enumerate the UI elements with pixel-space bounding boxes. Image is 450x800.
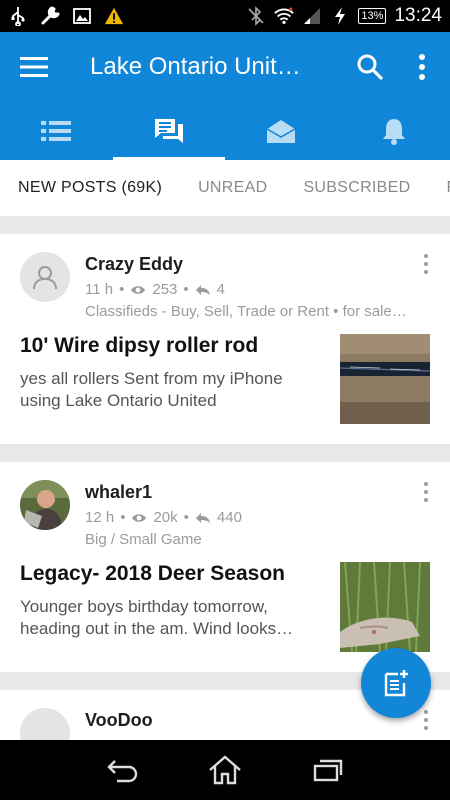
sub-tabs: NEW POSTS (69K) UNREAD SUBSCRIBED F <box>0 160 450 216</box>
eye-icon <box>131 285 146 294</box>
charging-icon <box>330 6 350 26</box>
image-icon <box>72 6 92 26</box>
back-icon <box>106 760 137 783</box>
search-button[interactable] <box>346 32 394 102</box>
wrench-icon <box>40 6 60 26</box>
inbox-icon <box>266 120 296 143</box>
thread-thumbnail[interactable] <box>340 562 430 652</box>
new-thread-button[interactable] <box>361 648 431 718</box>
list-icon <box>41 121 72 141</box>
overflow-icon <box>419 54 425 80</box>
overflow-menu-button[interactable] <box>394 32 450 102</box>
eye-icon <box>132 513 147 522</box>
meta-separator: • <box>183 281 189 298</box>
subtab-new-posts[interactable]: NEW POSTS (69K) <box>0 179 180 197</box>
subtab-subscribed[interactable]: SUBSCRIBED <box>285 179 428 197</box>
wifi-icon <box>274 6 295 26</box>
thread-more-button[interactable] <box>418 252 434 276</box>
reply-icon <box>195 284 210 295</box>
thread-more-button[interactable] <box>418 480 434 504</box>
thread-excerpt: Younger boys birthday tomorrow, heading … <box>20 597 294 638</box>
thread-author[interactable]: Crazy Eddy <box>85 254 430 275</box>
thread-more-button[interactable] <box>418 708 434 732</box>
bluetooth-off-icon <box>246 6 266 26</box>
thread-author[interactable]: whaler1 <box>85 482 430 503</box>
meta-separator: • <box>120 509 126 526</box>
thread-replies: 440 <box>216 509 242 526</box>
tab-new-posts[interactable] <box>112 102 226 160</box>
home-button[interactable] <box>195 745 255 795</box>
thread-title[interactable]: 10' Wire dipsy roller rod <box>20 334 320 358</box>
subtab-unread[interactable]: UNREAD <box>180 179 285 197</box>
thread-card[interactable]: whaler1 12 h • 20k • 440 Big / Small Gam… <box>0 462 450 672</box>
avatar[interactable] <box>20 708 70 740</box>
search-icon <box>357 54 383 80</box>
thread-excerpt: yes all rollers Sent from my iPhone usin… <box>20 369 283 410</box>
thread-category[interactable]: Big / Small Game <box>85 531 430 548</box>
tab-inbox[interactable] <box>225 102 338 160</box>
back-button[interactable] <box>92 745 152 795</box>
menu-button[interactable] <box>0 32 68 102</box>
thread-category[interactable]: Classifieds - Buy, Sell, Trade or Rent •… <box>85 303 430 320</box>
meta-separator: • <box>119 281 125 298</box>
status-clock: 13:24 <box>394 5 442 26</box>
page-title: Lake Ontario Unit… <box>90 53 301 80</box>
thread-time: 11 h <box>85 281 114 298</box>
subtab-partial[interactable]: F <box>428 179 450 197</box>
thread-time: 12 h <box>85 509 115 526</box>
usb-icon <box>8 6 28 26</box>
thread-views: 20k <box>153 509 178 526</box>
warning-icon <box>104 6 124 26</box>
app-bar: Lake Ontario Unit… <box>0 32 450 102</box>
chat-icon <box>154 119 183 143</box>
battery-icon: 13% <box>358 8 387 24</box>
avatar[interactable] <box>20 480 70 530</box>
menu-icon <box>20 57 48 77</box>
nav-tabs <box>0 102 450 160</box>
thread-card[interactable]: Crazy Eddy 11 h • 253 • 4 Classifieds - … <box>0 234 450 444</box>
signal-icon <box>302 6 322 26</box>
recents-icon <box>314 759 343 782</box>
bell-icon <box>382 119 405 145</box>
thread-replies: 4 <box>216 281 225 298</box>
thread-title[interactable]: Legacy- 2018 Deer Season <box>20 562 320 586</box>
user-icon <box>33 266 57 290</box>
system-nav-bar <box>0 740 450 800</box>
home-icon <box>209 755 241 785</box>
status-bar: 13% 13:24 <box>0 0 450 32</box>
tab-alerts[interactable] <box>338 102 450 160</box>
tab-forums[interactable] <box>0 102 113 160</box>
thread-thumbnail[interactable] <box>340 334 430 424</box>
recents-button[interactable] <box>298 745 358 795</box>
avatar[interactable] <box>20 252 70 302</box>
thread-views: 253 <box>152 281 178 298</box>
reply-icon <box>195 512 210 523</box>
meta-separator: • <box>183 509 189 526</box>
compose-icon <box>384 670 408 697</box>
